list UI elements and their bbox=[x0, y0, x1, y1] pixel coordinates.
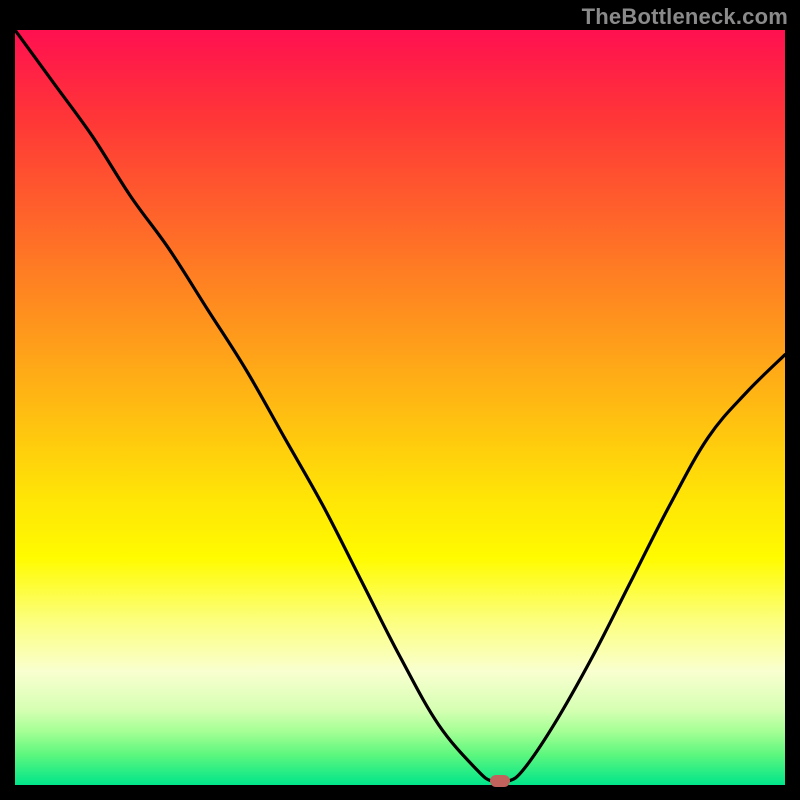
optimal-marker bbox=[490, 775, 510, 787]
chart-frame: TheBottleneck.com bbox=[0, 0, 800, 800]
watermark-text: TheBottleneck.com bbox=[582, 4, 788, 30]
bottleneck-curve bbox=[15, 30, 785, 785]
plot-area bbox=[15, 30, 785, 785]
